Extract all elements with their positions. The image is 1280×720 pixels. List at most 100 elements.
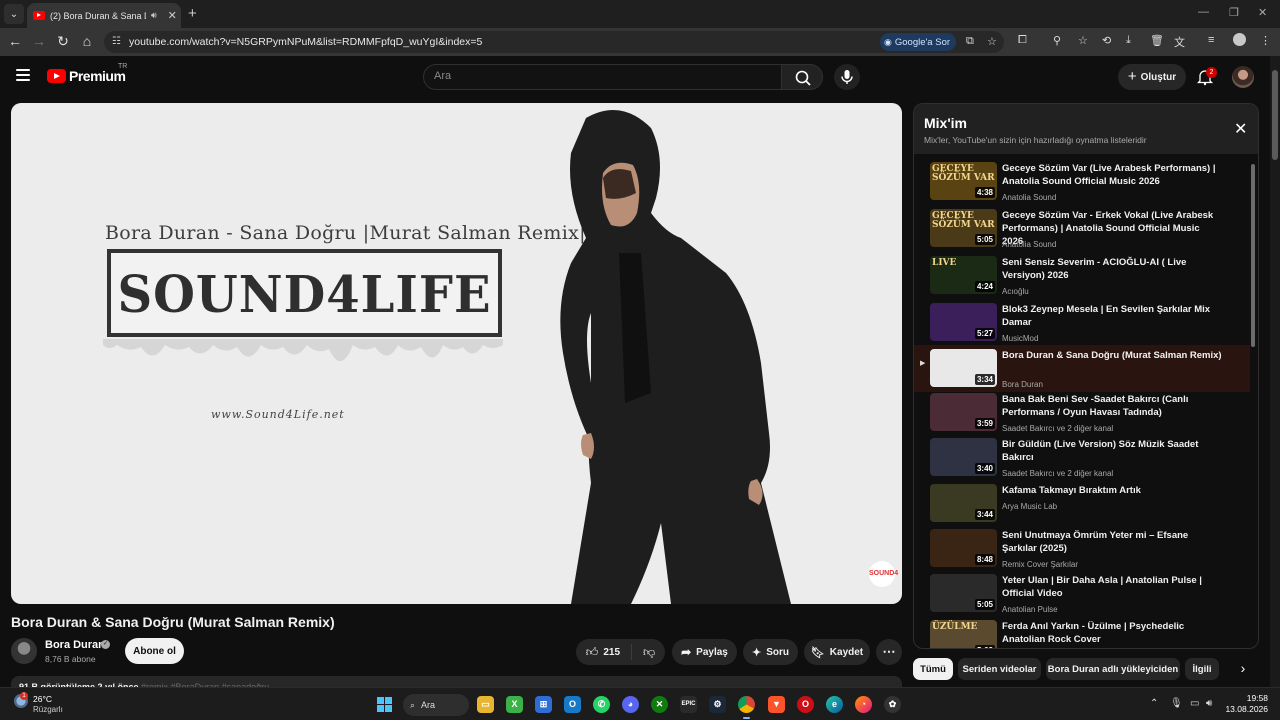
minimize-button[interactable]: — bbox=[1198, 6, 1209, 18]
ask-button[interactable]: ✦ Soru bbox=[743, 639, 798, 665]
bookmark-star-icon[interactable]: ☆ bbox=[987, 35, 997, 48]
edge-icon[interactable]: e bbox=[826, 696, 843, 713]
playlist-item-title[interactable]: Geceye Sözüm Var (Live Arabesk Performan… bbox=[1002, 162, 1222, 188]
save-button[interactable]: 🔖︎ Kaydet bbox=[804, 639, 870, 665]
chip-related[interactable]: İlgili bbox=[1185, 658, 1219, 680]
speaker-icon[interactable]: 🔊︎ bbox=[151, 10, 157, 21]
store-icon[interactable]: ⊞ bbox=[535, 696, 552, 713]
playlist-item[interactable]: 5:27 Blok3 Zeynep Mesela | En Sevilen Şar… bbox=[914, 299, 1250, 346]
create-button[interactable]: + Oluştur bbox=[1118, 64, 1186, 90]
video-player[interactable]: Bora Duran - Sana Doğru |Murat Salman Re… bbox=[11, 103, 902, 604]
subscribe-button[interactable]: Abone ol bbox=[125, 638, 184, 664]
volume-icon[interactable]: 🔊︎ bbox=[1206, 698, 1212, 709]
account-avatar[interactable] bbox=[1232, 66, 1254, 88]
opera-icon[interactable]: O bbox=[797, 696, 814, 713]
chrome-icon[interactable] bbox=[738, 696, 755, 719]
menu-icon[interactable] bbox=[16, 69, 30, 81]
video-thumbnail[interactable]: 3:34 bbox=[930, 349, 997, 387]
steam-icon[interactable]: ⚙ bbox=[709, 696, 726, 713]
ask-google-button[interactable]: ◉ Google'a Sor bbox=[880, 33, 957, 51]
url-text[interactable]: youtube.com/watch?v=N5GRPymNPuM&list=RDM… bbox=[129, 36, 482, 48]
microphone-tray-icon[interactable]: 🎙︎ bbox=[1170, 698, 1183, 709]
playlist-item[interactable]: GECEYE SÖZÜM VAR 5:05 Geceye Sözüm Var - E… bbox=[914, 205, 1250, 252]
channel-name[interactable]: Bora Duran bbox=[45, 639, 105, 651]
playlist-scrollbar[interactable] bbox=[1251, 164, 1255, 347]
downloads-icon[interactable]: ⤓ bbox=[1126, 34, 1131, 47]
video-thumbnail[interactable]: 3:40 bbox=[930, 438, 997, 476]
brave-icon[interactable]: ▼ bbox=[768, 696, 785, 713]
video-thumbnail[interactable]: 8:48 bbox=[930, 529, 997, 567]
search-input[interactable] bbox=[434, 70, 764, 82]
forward-arrow-icon[interactable]: → bbox=[30, 33, 48, 49]
restore-button[interactable]: ❐ bbox=[1229, 6, 1239, 19]
more-actions-icon[interactable]: ⋯ bbox=[876, 639, 902, 665]
home-icon[interactable]: ⌂ bbox=[78, 33, 96, 49]
playlist-item[interactable]: 3:40 Bir Güldün (Live Version) Söz Müzik … bbox=[914, 434, 1250, 481]
weather-condition[interactable]: Rüzgarlı bbox=[33, 705, 63, 714]
playlist-item[interactable]: 3:44 Kafama Takmayı Bıraktım Artık Arya Mu… bbox=[914, 480, 1250, 527]
playlist-item[interactable]: GECEYE SÖZÜM VAR 4:38 Geceye Sözüm Var (Li… bbox=[914, 158, 1250, 205]
youtube-premium-logo[interactable]: Premium TR bbox=[47, 63, 127, 84]
discord-icon[interactable]: ◕ bbox=[622, 696, 639, 713]
search-button[interactable] bbox=[781, 64, 823, 90]
browser-menu-icon[interactable]: ⋮ bbox=[1260, 34, 1271, 47]
playlist-item-title[interactable]: Bana Bak Beni Sev -Saadet Bakırcı (Canlı… bbox=[1002, 393, 1222, 419]
chip-series[interactable]: Seriden videolar bbox=[958, 658, 1041, 680]
delete-icon[interactable]: 🗑︎ bbox=[1150, 34, 1164, 47]
tab-close-icon[interactable]: ✕ bbox=[168, 9, 177, 22]
share-button[interactable]: ➦ Paylaş bbox=[672, 639, 737, 665]
video-thumbnail[interactable]: GECEYE SÖZÜM VAR 5:05 bbox=[930, 209, 997, 247]
playlist-item[interactable]: 5:05 Yeter Ulan | Bir Daha Asla | Anatoli… bbox=[914, 570, 1250, 617]
translate-icon[interactable]: 文 bbox=[1174, 34, 1185, 50]
playlist-item-title[interactable]: Seni Sensiz Severim - ACIOĞLU-AI ( Live … bbox=[1002, 256, 1222, 282]
app-icon[interactable]: ✿ bbox=[884, 696, 901, 713]
network-icon[interactable]: ▭ bbox=[1190, 698, 1199, 709]
profile-avatar-icon[interactable] bbox=[1233, 33, 1246, 46]
video-thumbnail[interactable]: LIVE 4:24 bbox=[930, 256, 997, 294]
reading-mode-icon[interactable]: ⚲ bbox=[1053, 34, 1061, 47]
playlist-item-title[interactable]: Seni Unutmaya Ömrüm Yeter mi – Efsane Şa… bbox=[1002, 529, 1222, 555]
playlist-item-title[interactable]: Yeter Ulan | Bir Daha Asla | Anatolian P… bbox=[1002, 574, 1222, 600]
playlist-item[interactable]: LIVE 4:24 Seni Sensiz Severim - ACIOĞLU-AI… bbox=[914, 252, 1250, 299]
address-bar[interactable]: ☷ youtube.com/watch?v=N5GRPymNPuM&list=R… bbox=[104, 31, 1004, 53]
playlist-item[interactable]: 3:59 Bana Bak Beni Sev -Saadet Bakırcı (C… bbox=[914, 389, 1250, 436]
epic-games-icon[interactable]: EPIC bbox=[680, 696, 697, 713]
playlist-item[interactable]: ▶ 3:34 Bora Duran & Sana Doğru (Murat Salm… bbox=[914, 345, 1250, 392]
channel-avatar[interactable] bbox=[11, 638, 37, 664]
reload-icon[interactable]: ↻ bbox=[54, 33, 72, 50]
chip-uploader[interactable]: Bora Duran adlı yükleyiciden bbox=[1046, 658, 1180, 680]
video-thumbnail[interactable]: GECEYE SÖZÜM VAR 4:38 bbox=[930, 162, 997, 200]
temperature[interactable]: 26°C bbox=[33, 694, 52, 704]
excel-icon[interactable]: X bbox=[506, 696, 523, 713]
video-thumbnail[interactable]: 5:05 bbox=[930, 574, 997, 612]
file-explorer-icon[interactable]: ▭ bbox=[477, 696, 494, 713]
video-thumbnail[interactable]: 3:44 bbox=[930, 484, 997, 522]
tab-search-button[interactable]: ⌄ bbox=[4, 4, 24, 24]
playlist-item-title[interactable]: Kafama Takmayı Bıraktım Artık bbox=[1002, 484, 1222, 497]
video-thumbnail[interactable]: ÜZÜLME 5:03 bbox=[930, 620, 997, 648]
taskbar-search[interactable]: ⌕ Ara bbox=[403, 694, 469, 716]
tab-list-icon[interactable]: ≡ bbox=[1208, 34, 1214, 46]
new-tab-button[interactable]: + bbox=[188, 5, 197, 22]
page-scrollbar[interactable] bbox=[1270, 56, 1280, 687]
outlook-icon[interactable]: O bbox=[564, 696, 581, 713]
like-button[interactable]: 👍︎ 215 bbox=[586, 645, 620, 660]
system-clock[interactable]: 19:58 13.08.2026 bbox=[1222, 693, 1268, 715]
history-icon[interactable]: ⟲ bbox=[1102, 34, 1111, 47]
browser-tab[interactable]: (2) Bora Duran & Sana Doğru 🔊︎ ✕ bbox=[27, 3, 181, 28]
favorites-icon[interactable]: ☆ bbox=[1078, 34, 1088, 47]
windows-start-icon[interactable] bbox=[377, 697, 392, 712]
close-window-button[interactable]: ✕ bbox=[1258, 6, 1267, 19]
voice-search-button[interactable] bbox=[834, 64, 860, 90]
site-info-icon[interactable]: ☷ bbox=[112, 36, 121, 47]
thumbs-down-icon[interactable]: 👎︎ bbox=[643, 645, 655, 660]
chip-all[interactable]: Tümü bbox=[913, 658, 953, 680]
whatsapp-icon[interactable]: ✆ bbox=[593, 696, 610, 713]
xbox-icon[interactable]: ✕ bbox=[651, 696, 668, 713]
playlist-item[interactable]: ÜZÜLME 5:03 Ferda Anıl Yarkın - Üzülme | P… bbox=[914, 616, 1250, 648]
video-thumbnail[interactable]: 3:59 bbox=[930, 393, 997, 431]
playlist-item-title[interactable]: Ferda Anıl Yarkın - Üzülme | Psychedelic… bbox=[1002, 620, 1222, 646]
playlist-item-title[interactable]: Blok3 Zeynep Mesela | En Sevilen Şarkıla… bbox=[1002, 303, 1222, 329]
back-arrow-icon[interactable]: ← bbox=[6, 33, 24, 49]
install-app-icon[interactable]: ⧉ bbox=[966, 35, 974, 48]
